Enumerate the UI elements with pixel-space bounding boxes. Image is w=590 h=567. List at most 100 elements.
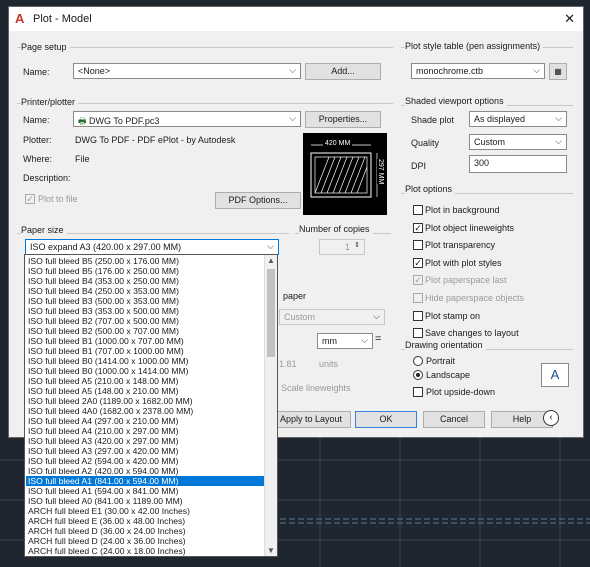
plot-option-checkbox[interactable] — [413, 205, 423, 215]
copies-value: 1 — [344, 242, 350, 252]
close-icon[interactable]: ✕ — [564, 11, 575, 27]
dpi-value: 300 — [474, 158, 490, 168]
units-select[interactable]: mm ⌵ — [317, 333, 373, 349]
paper-size-option[interactable]: ISO full bleed B0 (1414.00 x 1000.00 MM) — [26, 356, 268, 366]
paper-size-option[interactable]: ISO full bleed A2 (420.00 x 594.00 MM) — [26, 466, 268, 476]
scale-value: Custom — [284, 312, 316, 322]
printer-name-label: Name: — [23, 115, 50, 125]
plot-option-label: Save changes to layout — [425, 328, 519, 339]
units-input[interactable]: 1.81 — [279, 359, 297, 369]
printer-name-select[interactable]: 🖶 DWG To PDF.pc3 ⌵ — [73, 111, 301, 127]
scroll-up-icon[interactable]: ▲ — [267, 256, 275, 265]
pdf-options-button[interactable]: PDF Options... — [215, 192, 301, 209]
apply-to-layout-button[interactable]: Apply to Layout — [271, 411, 351, 428]
paper-size-option[interactable]: ISO full bleed B5 (176.00 x 250.00 MM) — [26, 266, 268, 276]
plot-style-select[interactable]: monochrome.ctb ⌵ — [411, 63, 545, 79]
preview-width-label: 420 MM — [323, 140, 353, 147]
paper-size-option[interactable]: ISO full bleed A4 (297.00 x 210.00 MM) — [26, 416, 268, 426]
paper-size-option[interactable]: ISO full bleed A3 (420.00 x 297.00 MM) — [26, 436, 268, 446]
paper-size-option[interactable]: ISO full bleed 4A0 (1682.00 x 2378.00 MM… — [26, 406, 268, 416]
paper-size-option[interactable]: ISO full bleed A4 (210.00 x 297.00 MM) — [26, 426, 268, 436]
chevron-down-icon: ⌵ — [555, 113, 562, 123]
printer-icon: 🖶 — [78, 116, 89, 126]
plotter-value: DWG To PDF - PDF ePlot - by Autodesk — [75, 135, 236, 145]
plot-option-checkbox[interactable]: ✓ — [413, 222, 423, 233]
paper-size-option[interactable]: ARCH full bleed D (24.00 x 36.00 Inches) — [26, 536, 268, 546]
scroll-down-icon[interactable]: ▼ — [267, 546, 275, 555]
paper-size-option[interactable]: ARCH full bleed E (36.00 x 48.00 Inches) — [26, 516, 268, 526]
paper-size-option[interactable]: ISO full bleed B3 (353.00 x 500.00 MM) — [26, 306, 268, 316]
paper-size-option[interactable]: ISO full bleed B2 (500.00 x 707.00 MM) — [26, 326, 268, 336]
page-setup-name-select[interactable]: <None> ⌵ — [73, 63, 301, 79]
paper-size-option[interactable]: ISO full bleed A5 (210.00 x 148.00 MM) — [26, 376, 268, 386]
paper-size-option[interactable]: ISO full bleed A1 (841.00 x 594.00 MM) — [26, 476, 268, 486]
paper-size-option[interactable]: ISO full bleed A0 (841.00 x 1189.00 MM) — [26, 496, 268, 506]
plot-style-heading: Plot style table (pen assignments) — [405, 41, 544, 51]
plotter-label: Plotter: — [23, 135, 52, 145]
page-setup-heading: Page setup — [21, 42, 70, 52]
paper-size-option[interactable]: ISO full bleed B2 (707.00 x 500.00 MM) — [26, 316, 268, 326]
paper-size-option[interactable]: ISO full bleed B4 (353.00 x 250.00 MM) — [26, 276, 268, 286]
scale-select[interactable]: Custom ⌵ — [279, 309, 385, 325]
paper-size-option[interactable]: ISO full bleed A2 (594.00 x 420.00 MM) — [26, 456, 268, 466]
dpi-input[interactable]: 300 — [469, 155, 567, 173]
plot-option-label: Plot paperspace last — [425, 275, 507, 286]
chevron-left-circle-icon[interactable]: ‹ — [543, 410, 559, 426]
paper-size-option[interactable]: ISO full bleed A1 (594.00 x 841.00 MM) — [26, 486, 268, 496]
chevron-down-icon: ⌵ — [289, 113, 296, 123]
landscape-radio[interactable] — [413, 370, 423, 380]
plot-option-checkbox[interactable]: ✓ — [413, 257, 423, 268]
add-button[interactable]: Add... — [305, 63, 381, 80]
copies-heading: Number of copies — [299, 224, 373, 234]
autocad-logo-icon: A — [15, 11, 25, 26]
paper-size-option[interactable]: ARCH full bleed E1 (30.00 x 42.00 Inches… — [26, 506, 268, 516]
paper-size-option[interactable]: ISO full bleed A3 (297.00 x 420.00 MM) — [26, 446, 268, 456]
equals-sign: = — [375, 333, 382, 345]
portrait-radio[interactable] — [413, 356, 423, 366]
paper-size-option[interactable]: ISO full bleed B5 (250.00 x 176.00 MM) — [26, 256, 268, 266]
plot-to-file-checkbox[interactable]: ✓ — [25, 194, 35, 204]
description-label: Description: — [23, 173, 71, 183]
printer-name-value: DWG To PDF.pc3 — [89, 116, 160, 126]
plot-option-checkbox[interactable] — [413, 293, 423, 303]
title-bar[interactable]: A Plot - Model ✕ — [9, 7, 583, 31]
plot-to-file-label: Plot to file — [38, 194, 78, 204]
where-label: Where: — [23, 154, 53, 164]
properties-button[interactable]: Properties... — [305, 111, 381, 128]
plot-option-checkbox[interactable] — [413, 310, 423, 321]
paper-size-option[interactable]: ISO full bleed B4 (250.00 x 353.00 MM) — [26, 286, 268, 296]
scale-lineweights-label: Scale lineweights — [281, 383, 351, 393]
scrollbar-thumb[interactable] — [267, 269, 275, 357]
upside-down-checkbox[interactable] — [413, 387, 423, 397]
paper-size-option[interactable]: ISO full bleed B0 (1000.00 x 1414.00 MM) — [26, 366, 268, 376]
paper-size-option[interactable]: ISO full bleed B1 (707.00 x 1000.00 MM) — [26, 346, 268, 356]
paper-size-option[interactable]: ARCH full bleed C (24.00 x 18.00 Inches) — [26, 546, 268, 556]
shaded-heading: Shaded viewport options — [405, 96, 507, 106]
quality-select[interactable]: Custom ⌵ — [469, 134, 567, 150]
checkmark-icon: ✓ — [26, 194, 34, 204]
plot-option-label: Plot object lineweights — [425, 222, 515, 233]
shade-plot-label: Shade plot — [411, 115, 455, 125]
paper-size-option[interactable]: ISO full bleed A5 (148.00 x 210.00 MM) — [26, 386, 268, 396]
paper-size-option[interactable]: ISO full bleed B3 (500.00 x 353.00 MM) — [26, 296, 268, 306]
paper-size-dropdown-list[interactable]: ISO full bleed B5 (250.00 x 176.00 MM) IS… — [24, 254, 278, 557]
paper-size-option[interactable]: ARCH full bleed D (36.00 x 24.00 Inches) — [26, 526, 268, 536]
ok-button[interactable]: OK — [355, 411, 417, 428]
plot-option-label: Plot transparency — [425, 240, 496, 251]
shade-plot-select[interactable]: As displayed ⌵ — [469, 111, 567, 127]
chevron-down-icon: ⌵ — [361, 335, 368, 345]
edit-table-icon[interactable]: ▦ — [549, 63, 567, 80]
spinner-arrows-icon: ⇕ — [354, 242, 360, 249]
plot-option-checkbox[interactable] — [413, 328, 423, 339]
plot-option-checkbox[interactable]: ✓ — [413, 275, 423, 286]
quality-value: Custom — [474, 137, 506, 147]
cancel-button[interactable]: Cancel — [423, 411, 485, 428]
plot-option-checkbox[interactable] — [413, 240, 423, 251]
paper-size-option[interactable]: ISO full bleed 2A0 (1189.00 x 1682.00 MM… — [26, 396, 268, 406]
paper-size-select[interactable]: ISO expand A3 (420.00 x 297.00 MM) ⌵ — [25, 239, 279, 255]
paper-size-option[interactable]: ISO full bleed B1 (1000.00 x 707.00 MM) — [26, 336, 268, 346]
dropdown-scrollbar[interactable]: ▲ ▼ — [264, 255, 277, 556]
copies-spinner[interactable]: 1 ⇕ — [319, 239, 365, 255]
plot-option-label: Plot in background — [425, 205, 500, 215]
chevron-down-icon: ⌵ — [555, 136, 562, 146]
